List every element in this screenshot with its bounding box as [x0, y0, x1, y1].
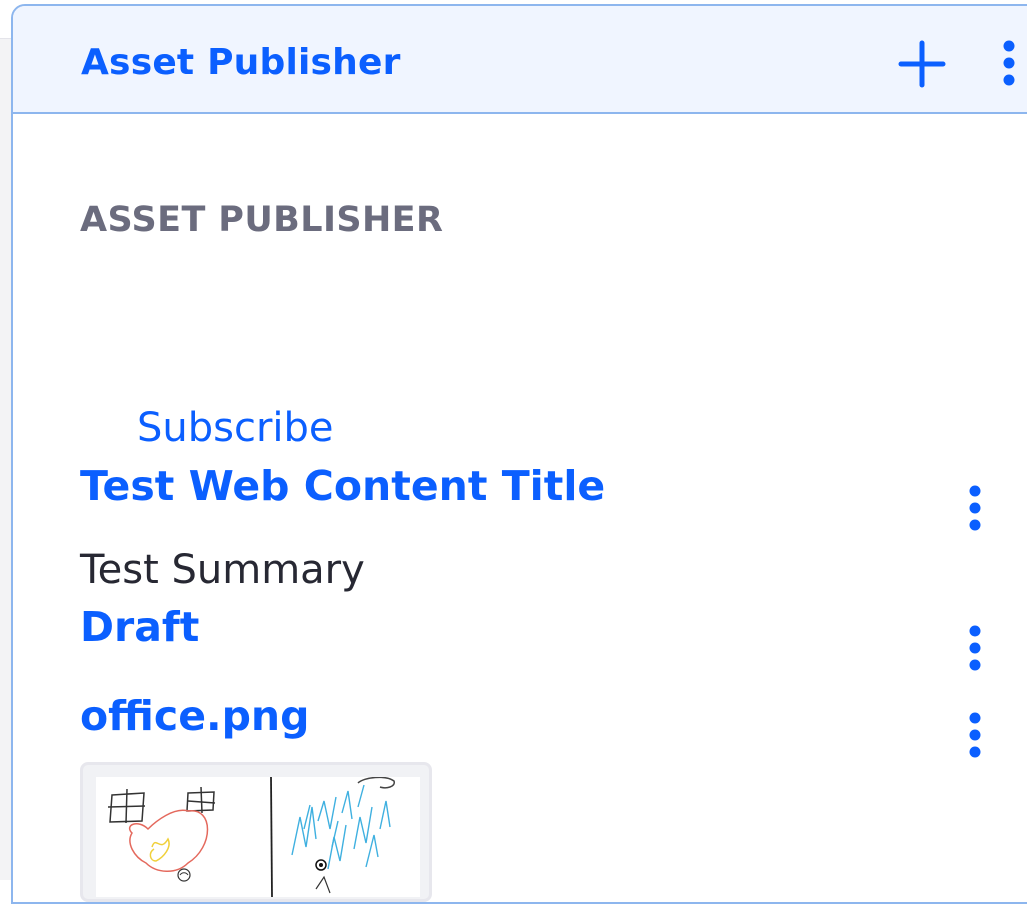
kebab-vertical-icon [1003, 40, 1015, 86]
portlet-options-button[interactable] [998, 38, 1020, 92]
kebab-vertical-icon [969, 485, 981, 531]
office-image-thumbnail [96, 776, 420, 898]
section-title: ASSET PUBLISHER [80, 200, 444, 240]
portlet-title: Asset Publisher [81, 42, 401, 83]
subscribe-link[interactable]: Subscribe [137, 405, 334, 451]
plus-icon [898, 40, 946, 88]
asset-summary: Test Summary [80, 547, 365, 593]
doodle-drawing [107, 776, 395, 898]
kebab-vertical-icon [969, 625, 981, 671]
kebab-vertical-icon [969, 712, 981, 758]
add-button[interactable] [898, 40, 946, 88]
asset-title-web-content[interactable]: Test Web Content Title [80, 462, 605, 510]
asset-title-office-png[interactable]: office.png [80, 692, 309, 740]
asset-image-preview[interactable] [80, 762, 432, 902]
portlet-topper: Asset Publisher [13, 6, 1027, 114]
asset-title-draft[interactable]: Draft [80, 603, 199, 651]
asset-options-button[interactable] [963, 624, 987, 674]
asset-options-button[interactable] [963, 711, 987, 761]
asset-options-button[interactable] [963, 484, 987, 534]
